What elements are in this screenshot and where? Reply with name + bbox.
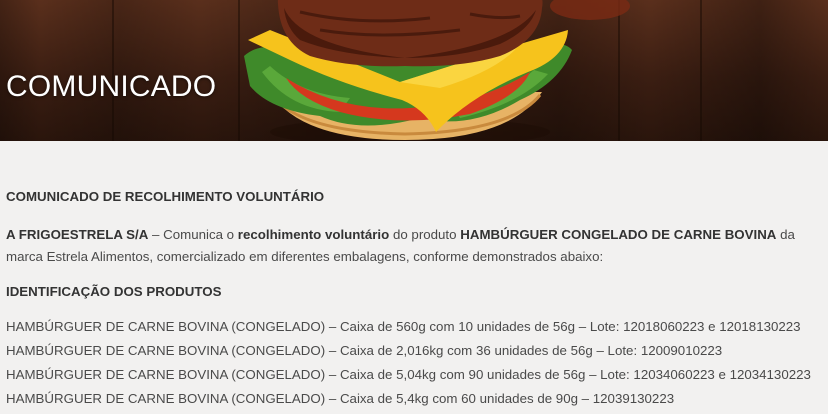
notice-paragraph: A FRIGOESTRELA S/A – Comunica o recolhim… [6,224,826,268]
products-heading: IDENTIFICAÇÃO DOS PRODUTOS [6,284,222,299]
product-row: HAMBÚRGUER DE CARNE BOVINA (CONGELADO) –… [6,319,801,334]
page-title: COMUNICADO [6,70,217,103]
hero-banner: COMUNICADO [0,0,828,141]
notice-text-1: – Comunica o [148,227,238,242]
product-list: HAMBÚRGUER DE CARNE BOVINA (CONGELADO) –… [6,318,811,414]
notice-heading: COMUNICADO DE RECOLHIMENTO VOLUNTÁRIO [6,189,325,204]
notice-text-2: do produto [389,227,461,242]
product-row: HAMBÚRGUER DE CARNE BOVINA (CONGELADO) –… [6,391,675,406]
product-name: HAMBÚRGUER CONGELADO DE CARNE BOVINA [460,227,777,242]
product-row: HAMBÚRGUER DE CARNE BOVINA (CONGELADO) –… [6,367,811,382]
company-name: A FRIGOESTRELA S/A [6,227,149,242]
product-row: HAMBÚRGUER DE CARNE BOVINA (CONGELADO) –… [6,343,723,358]
recall-term: recolhimento voluntário [237,227,390,242]
